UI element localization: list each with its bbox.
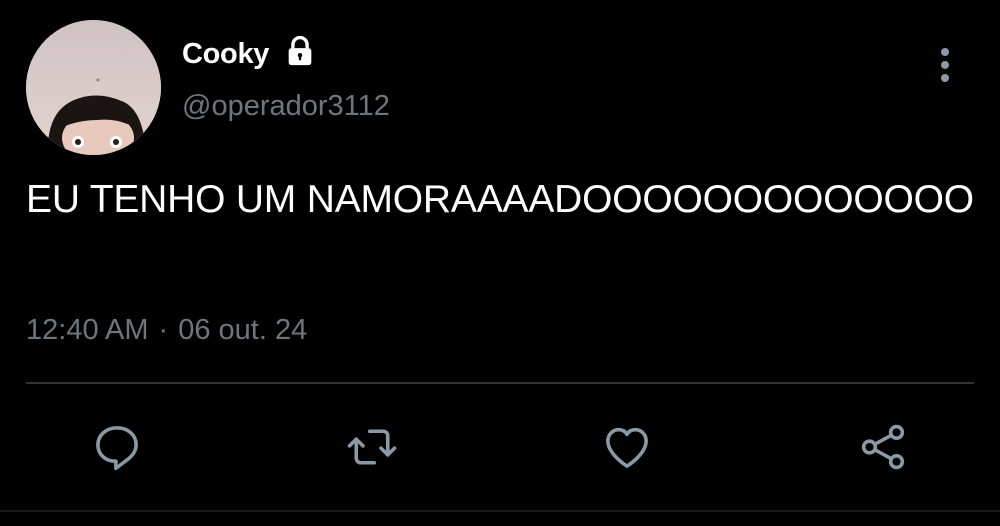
timestamp-separator: ·	[158, 314, 169, 346]
retweet-icon	[347, 429, 397, 465]
avatar[interactable]	[26, 20, 161, 155]
tweet-card: Cooky @operador3112 EU TENHO UM NAMORAAA…	[0, 0, 1000, 526]
retweet-button[interactable]	[335, 410, 409, 484]
heart-icon	[606, 427, 648, 468]
user-name-row: Cooky	[182, 34, 317, 74]
tweet-text: EU TENHO UM NAMORAAAADOOOOOOOOOOOOO	[26, 178, 974, 221]
tweet-date: 06 out. 24	[178, 314, 308, 346]
share-icon	[861, 424, 905, 470]
like-button[interactable]	[590, 410, 664, 484]
divider	[26, 382, 974, 384]
more-options-icon[interactable]	[930, 44, 960, 88]
reply-icon	[96, 426, 138, 471]
user-handle[interactable]: @operador3112	[182, 90, 390, 123]
display-name[interactable]: Cooky	[182, 38, 269, 71]
bottom-divider	[0, 510, 1000, 512]
tweet-actions	[0, 410, 1000, 484]
tweet-time: 12:40 AM	[26, 314, 149, 346]
reply-button[interactable]	[80, 410, 154, 484]
avatar-photo	[26, 20, 161, 155]
tweet-timestamp: 12:40 AM · 06 out. 24	[26, 314, 307, 347]
share-button[interactable]	[846, 410, 920, 484]
lock-icon	[288, 35, 312, 66]
